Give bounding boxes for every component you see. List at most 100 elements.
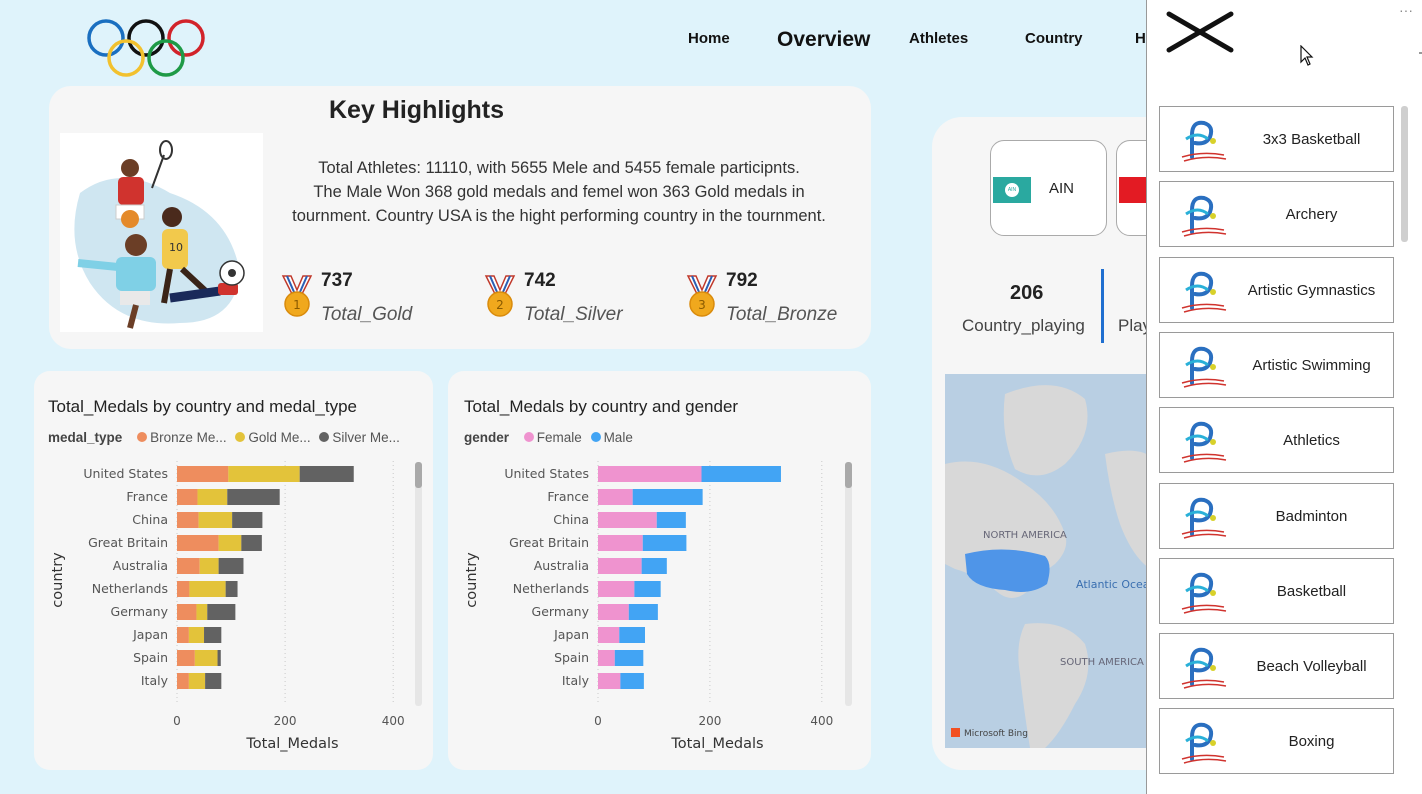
sport-label: Beach Volleyball	[1256, 657, 1367, 675]
bar-segment[interactable]	[188, 627, 205, 643]
bar-segment[interactable]	[177, 512, 199, 528]
bar-segment[interactable]	[177, 627, 189, 643]
legend-silver-dot	[319, 432, 330, 442]
bar-segment[interactable]	[598, 558, 642, 574]
more-options-icon[interactable]: ···	[1399, 2, 1413, 18]
bar-segment[interactable]	[598, 512, 657, 528]
category-label: France	[126, 489, 168, 504]
world-map[interactable]: NORTH AMERICA Atlantic Ocea SOUTH AMERIC…	[945, 374, 1159, 748]
bar-segment[interactable]	[217, 650, 221, 666]
sport-button[interactable]: Badminton	[1159, 483, 1394, 549]
sport-button[interactable]: Beach Volleyball	[1159, 633, 1394, 699]
country-tile-ain[interactable]: AIN AIN	[990, 140, 1107, 236]
nav-athletes[interactable]: Athletes	[909, 30, 968, 47]
bar-segment[interactable]	[228, 466, 300, 482]
sport-button[interactable]: Artistic Swimming	[1159, 332, 1394, 398]
bar-segment[interactable]	[232, 512, 263, 528]
bar-segment[interactable]	[189, 581, 226, 597]
bar-segment[interactable]	[177, 581, 190, 597]
bar-segment[interactable]	[619, 627, 645, 643]
bar-segment[interactable]	[177, 673, 189, 689]
bar-segment[interactable]	[177, 466, 229, 482]
x-tick-label: 400	[810, 714, 833, 728]
x-axis-label: Total_Medals	[670, 736, 763, 752]
bar-segment[interactable]	[634, 581, 661, 597]
bar-segment[interactable]	[197, 489, 228, 505]
sport-button[interactable]: Athletics	[1159, 407, 1394, 473]
nav-partial-item[interactable]: H	[1135, 30, 1146, 47]
category-label: Spain	[554, 650, 589, 665]
bar-segment[interactable]	[642, 535, 687, 551]
category-label: Australia	[113, 558, 168, 573]
country-count-label: Country_playing	[962, 316, 1085, 335]
x-tick-label: 0	[594, 714, 602, 728]
bar-segment[interactable]	[614, 650, 644, 666]
ain-flag-emblem: AIN	[1005, 183, 1019, 197]
close-icon[interactable]	[1165, 10, 1235, 54]
bar-segment[interactable]	[225, 581, 238, 597]
chart-scrollbar-track[interactable]	[415, 462, 422, 706]
bar-segment[interactable]	[299, 466, 354, 482]
bar-segment[interactable]	[218, 558, 244, 574]
legend-title: gender	[464, 430, 510, 445]
bar-segment[interactable]	[628, 604, 658, 620]
sport-label: 3x3 Basketball	[1262, 130, 1361, 148]
bar-segment[interactable]	[196, 604, 208, 620]
bar-segment[interactable]	[177, 558, 200, 574]
nav-home[interactable]: Home	[688, 30, 730, 47]
sport-button[interactable]: Boxing	[1159, 708, 1394, 774]
sport-label: Archery	[1285, 205, 1338, 223]
sport-button[interactable]: 3x3 Basketball	[1159, 106, 1394, 172]
total-silver-value: 742	[524, 270, 556, 291]
chart-scrollbar-track[interactable]	[845, 462, 852, 706]
bar-segment[interactable]	[227, 489, 280, 505]
bar-segment[interactable]	[199, 558, 219, 574]
bar-segment[interactable]	[194, 650, 218, 666]
bar-segment[interactable]	[632, 489, 703, 505]
category-label: Italy	[141, 673, 169, 688]
sport-button[interactable]: Archery	[1159, 181, 1394, 247]
chart-scrollbar-thumb[interactable]	[415, 462, 422, 488]
bar-segment[interactable]	[598, 604, 629, 620]
bar-segment[interactable]	[198, 512, 233, 528]
x-axis-label: Total_Medals	[245, 736, 338, 752]
summary-line-3: tournment. Country USA is the hight perf…	[292, 207, 826, 225]
bar-segment[interactable]	[598, 466, 702, 482]
bar-segment[interactable]	[598, 650, 615, 666]
bar-segment[interactable]	[241, 535, 262, 551]
panel-scrollbar[interactable]	[1401, 106, 1408, 242]
bar-segment[interactable]	[207, 604, 236, 620]
x-tick-label: 400	[382, 714, 405, 728]
legend-gold-dot	[235, 432, 246, 442]
bar-segment[interactable]	[641, 558, 667, 574]
bar-segment[interactable]	[701, 466, 781, 482]
bar-segment[interactable]	[205, 673, 222, 689]
bar-segment[interactable]	[598, 581, 635, 597]
category-label: Netherlands	[513, 581, 589, 596]
bar-segment[interactable]	[218, 535, 242, 551]
bar-segment[interactable]	[598, 627, 620, 643]
nav-overview[interactable]: Overview	[777, 28, 870, 52]
bar-segment[interactable]	[177, 604, 197, 620]
bar-segment[interactable]	[177, 489, 198, 505]
kpi-divider	[1101, 269, 1104, 343]
gold-medal-icon: 1	[281, 275, 313, 317]
bar-segment[interactable]	[620, 673, 644, 689]
bar-segment[interactable]	[204, 627, 222, 643]
sport-label: Badminton	[1275, 507, 1348, 525]
bar-segment[interactable]	[188, 673, 206, 689]
bar-segment[interactable]	[656, 512, 686, 528]
paris-2024-logo-icon	[1181, 572, 1227, 614]
category-label: Germany	[532, 604, 590, 619]
chart-scrollbar-thumb[interactable]	[845, 462, 852, 488]
nav-country[interactable]: Country	[1025, 30, 1083, 47]
bar-segment[interactable]	[598, 535, 643, 551]
bar-segment[interactable]	[598, 673, 621, 689]
bar-segment[interactable]	[177, 650, 195, 666]
sport-button[interactable]: Artistic Gymnastics	[1159, 257, 1394, 323]
sport-button[interactable]: Basketball	[1159, 558, 1394, 624]
bar-segment[interactable]	[598, 489, 633, 505]
bar-segment[interactable]	[177, 535, 219, 551]
athletes-illustration: 10	[60, 133, 263, 332]
category-label: France	[547, 489, 589, 504]
